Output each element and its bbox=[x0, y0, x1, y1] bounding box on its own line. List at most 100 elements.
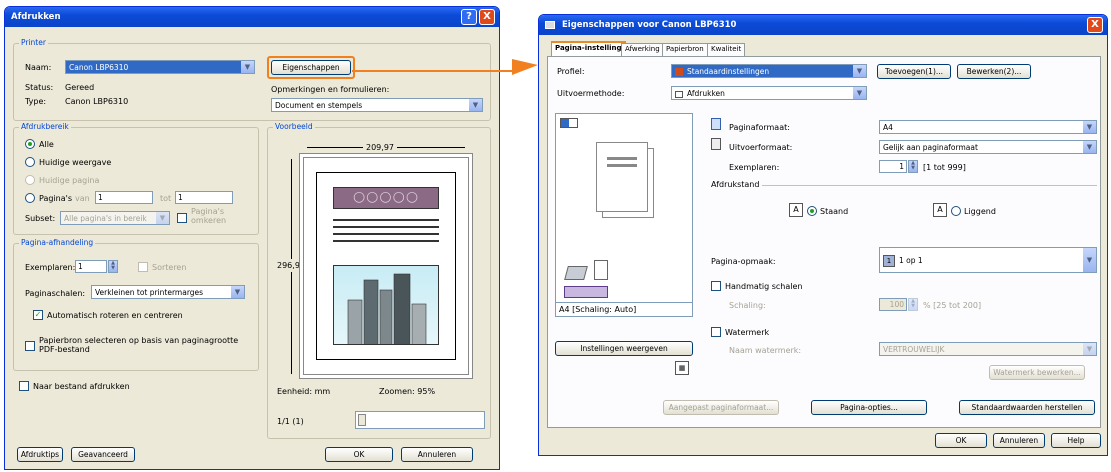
copies-input[interactable]: 1 bbox=[879, 160, 907, 173]
landscape-icon: A bbox=[933, 203, 947, 217]
layout-icon: 1 bbox=[883, 255, 895, 267]
cancel-button[interactable]: Annuleren bbox=[993, 433, 1045, 448]
profile-select[interactable]: Standaardinstellingen ▼ bbox=[671, 64, 867, 78]
range-all-radio[interactable] bbox=[25, 139, 35, 149]
view-settings-button[interactable]: Instellingen weergeven bbox=[555, 341, 693, 356]
subset-select: Alle pagina's in bereik ▼ bbox=[60, 211, 170, 225]
copies-label: Exemplaren: bbox=[729, 163, 780, 172]
copies-spinner[interactable]: ▲ ▼ bbox=[108, 260, 118, 273]
edit-profile-button[interactable]: Bewerken(2)... bbox=[957, 64, 1031, 79]
portrait-radio[interactable] bbox=[807, 206, 817, 216]
close-button[interactable]: X bbox=[479, 9, 495, 25]
print-icon bbox=[675, 90, 683, 98]
preview-page-slider[interactable] bbox=[355, 411, 485, 429]
reverse-pages-label: Pagina's omkeren bbox=[191, 207, 227, 225]
scaling-range: % [25 tot 200] bbox=[923, 301, 982, 310]
page-size-label: Paginaformaat: bbox=[729, 123, 790, 132]
copies-input[interactable]: 1 bbox=[75, 260, 107, 273]
advanced-button[interactable]: Geavanceerd bbox=[71, 447, 135, 462]
reverse-pages-checkbox[interactable] bbox=[177, 213, 187, 223]
tab-finishing[interactable]: Afwerking bbox=[621, 43, 664, 56]
chevron-down-icon: ▼ bbox=[241, 61, 254, 73]
manual-scaling-label: Handmatig schalen bbox=[725, 282, 803, 291]
output-size-label: Uitvoerformaat: bbox=[729, 143, 793, 152]
restore-defaults-button[interactable]: Standaardwaarden herstellen bbox=[959, 400, 1095, 415]
watermark-checkbox[interactable] bbox=[711, 327, 721, 337]
chevron-down-icon: ▼ bbox=[1083, 141, 1096, 153]
profile-label: Profiel: bbox=[557, 67, 585, 76]
page-size-icon bbox=[711, 118, 721, 130]
chevron-down-icon: ▼ bbox=[1083, 121, 1096, 133]
range-to-label: tot bbox=[160, 194, 172, 203]
callout-arrow bbox=[352, 59, 538, 75]
properties-highlight bbox=[267, 56, 355, 79]
help-button[interactable]: Help bbox=[1051, 433, 1101, 448]
range-pages-radio[interactable] bbox=[25, 193, 35, 203]
tab-quality[interactable]: Kwaliteit bbox=[707, 43, 746, 56]
custom-size-button: Aangepast paginaformaat... bbox=[663, 400, 779, 415]
range-current-view-radio[interactable] bbox=[25, 157, 35, 167]
info-icon[interactable]: ▦ bbox=[675, 361, 689, 375]
printer-icon bbox=[545, 20, 555, 29]
output-method-label: Uitvoermethode: bbox=[557, 89, 625, 98]
chevron-down-icon: ▼ bbox=[1083, 343, 1096, 355]
copies-spinner[interactable]: ▲ ▼ bbox=[908, 160, 918, 173]
printer-status-icon bbox=[564, 286, 608, 298]
print-to-file-checkbox[interactable] bbox=[19, 381, 29, 391]
preview-caption: A4 [Schaling: Auto] bbox=[559, 305, 637, 314]
copies-range: [1 tot 999] bbox=[923, 163, 966, 172]
range-pages-label: Pagina's bbox=[39, 194, 73, 203]
chevron-down-icon: ▼ bbox=[1083, 248, 1096, 272]
pdf-paper-checkbox[interactable] bbox=[25, 341, 35, 351]
page-layout-select[interactable]: 11 op 1 ▼ bbox=[879, 247, 1097, 273]
status-label: Status: bbox=[25, 83, 54, 92]
profile-icon bbox=[675, 68, 683, 76]
output-size-select[interactable]: Gelijk aan paginaformaat ▼ bbox=[879, 140, 1097, 154]
range-all-label: Alle bbox=[39, 140, 54, 149]
chevron-down-icon: ▼ bbox=[469, 99, 482, 111]
print-tips-button[interactable]: Afdruktips bbox=[17, 447, 63, 462]
type-value: Canon LBP6310 bbox=[65, 97, 129, 106]
printer-name-select[interactable]: Canon LBP6310 ▼ bbox=[65, 60, 255, 74]
range-current-view-label: Huidige weergave bbox=[39, 158, 112, 167]
range-from-input[interactable]: 1 bbox=[95, 191, 153, 204]
page-size-select[interactable]: A4 ▼ bbox=[879, 120, 1097, 134]
buildings-icon bbox=[347, 273, 427, 344]
ok-button[interactable]: OK bbox=[935, 433, 987, 448]
status-value: Gereed bbox=[65, 83, 95, 92]
preview-content-frame: ○○○○○ bbox=[316, 172, 456, 360]
view-toggle-icon[interactable] bbox=[560, 118, 578, 128]
collate-checkbox bbox=[138, 262, 148, 272]
cancel-button[interactable]: Annuleren bbox=[401, 447, 473, 462]
scaling-label: Schaling: bbox=[729, 301, 766, 310]
close-button[interactable]: X bbox=[1087, 17, 1103, 33]
orientation-label: Afdrukstand bbox=[711, 180, 763, 189]
manual-scaling-checkbox[interactable] bbox=[711, 281, 721, 291]
print-dialog-titlebar: Afdrukken ? X bbox=[5, 7, 499, 27]
preview-city-image bbox=[333, 265, 439, 345]
range-to-input[interactable]: 1 bbox=[175, 191, 233, 204]
tab-page-setup[interactable]: Pagina-instelling bbox=[551, 41, 626, 57]
preview-header-bar: ○○○○○ bbox=[333, 187, 439, 209]
page-options-button[interactable]: Pagina-opties... bbox=[811, 400, 927, 415]
preview-width: 209,97 bbox=[363, 143, 397, 152]
watermark-name-label: Naam watermerk: bbox=[729, 346, 802, 355]
preview-height: 296,93 bbox=[277, 259, 305, 272]
add-profile-button[interactable]: Toevoegen(1)... bbox=[877, 64, 951, 79]
tab-paper-source[interactable]: Papierbron bbox=[662, 43, 708, 56]
landscape-radio[interactable] bbox=[951, 206, 961, 216]
output-method-select[interactable]: Afdrukken ▼ bbox=[671, 86, 867, 100]
page-scaling-select[interactable]: Verkleinen tot printermarges ▼ bbox=[91, 285, 245, 299]
collate-label: Sorteren bbox=[152, 263, 187, 272]
handling-group-label: Pagina-afhandeling bbox=[19, 238, 96, 247]
page-layout-label: Pagina-opmaak: bbox=[711, 257, 776, 266]
help-button[interactable]: ? bbox=[461, 9, 477, 25]
autorotate-label: Automatisch roteren en centreren bbox=[47, 311, 183, 320]
printer-group-label: Printer bbox=[19, 38, 48, 47]
comments-select[interactable]: Document en stempels ▼ bbox=[271, 98, 483, 112]
ok-button[interactable]: OK bbox=[325, 447, 393, 462]
autorotate-checkbox[interactable]: ✓ bbox=[33, 310, 43, 320]
chevron-down-icon: ▼ bbox=[156, 212, 169, 224]
comments-label: Opmerkingen en formulieren: bbox=[271, 85, 390, 94]
range-current-page-radio bbox=[25, 175, 35, 185]
